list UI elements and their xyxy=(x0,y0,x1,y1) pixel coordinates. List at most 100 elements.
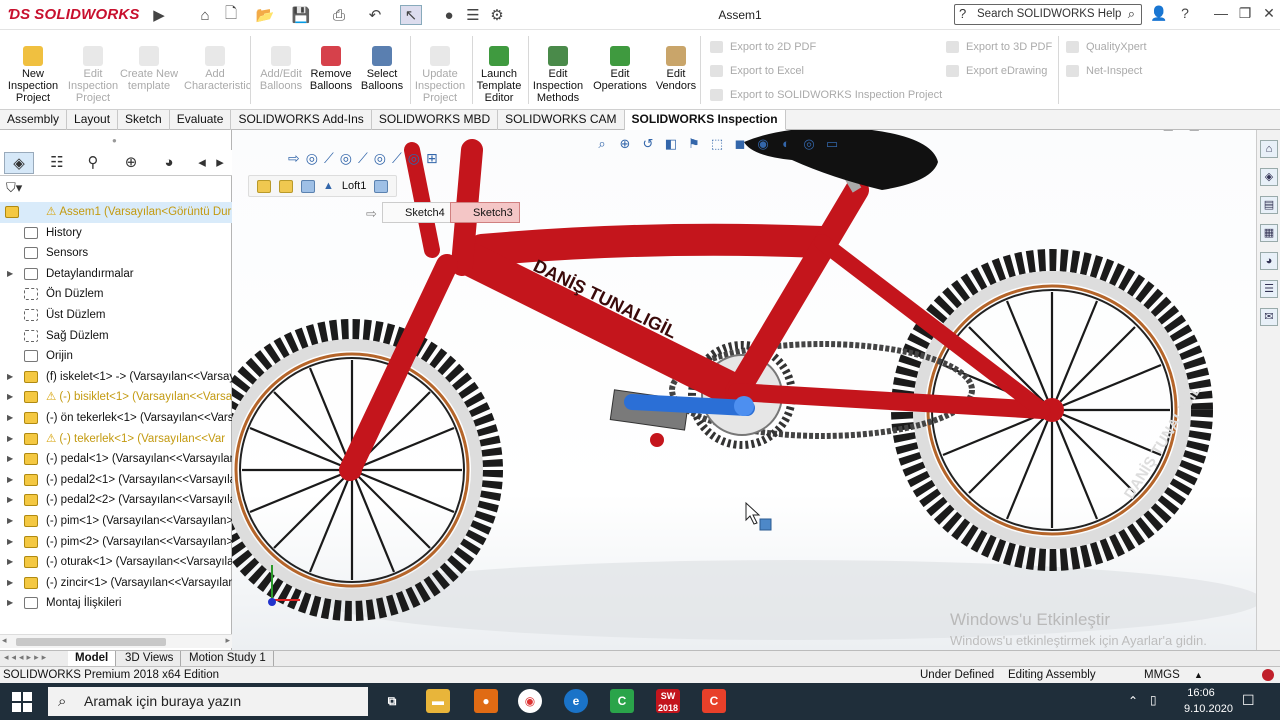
tab-model[interactable]: Model xyxy=(68,651,117,667)
taskbar-search-input[interactable]: ⌕ Aramak için buraya yazın xyxy=(48,687,368,716)
expand-arrow-icon[interactable]: ▶ xyxy=(7,593,15,613)
viewport-close-icon[interactable]: ✕ xyxy=(1246,130,1256,132)
edge-icon[interactable]: e xyxy=(564,689,588,713)
solidworks-logo[interactable]: ƊS SOLIDWORKS xyxy=(8,6,140,23)
forum-icon[interactable]: ✉ xyxy=(1260,308,1278,326)
tree-item[interactable]: ▶ (-) zincir<1> (Varsayılan<<Varsayılan xyxy=(0,573,232,594)
tab-scroll-right-icon[interactable]: ▸ xyxy=(212,152,228,174)
file-explorer-icon[interactable]: ▬ xyxy=(426,689,450,713)
dimxpert-tab-icon[interactable]: ⊕ xyxy=(116,152,146,174)
filter-icon[interactable]: ⛉▾ xyxy=(6,180,22,196)
custom-properties-icon[interactable]: ☰ xyxy=(1260,280,1278,298)
tab-scroll-left-icon[interactable]: ◂ xyxy=(194,152,210,174)
tree-item[interactable]: ▶ (-) pedal<1> (Varsayılan<<Varsayılan xyxy=(0,449,232,470)
apply-scene-icon[interactable]: ◎ xyxy=(799,134,819,154)
part-crumb-icon[interactable] xyxy=(279,179,293,193)
breadcrumb-sketch3[interactable]: Sketch3 xyxy=(450,202,520,223)
tree-item[interactable]: ▶ (-) ön tekerlek<1> (Varsayılan<<Varsa xyxy=(0,408,232,429)
design-library-icon[interactable]: ◈ xyxy=(1260,168,1278,186)
network-icon[interactable]: ▯ xyxy=(1150,692,1157,708)
tab-assembly[interactable]: Assembly xyxy=(0,110,68,130)
expand-arrow-icon[interactable]: ▶ xyxy=(7,532,15,552)
appearances-icon[interactable]: ◕ xyxy=(1260,252,1278,270)
zoom-to-area-icon[interactable]: ⊕ xyxy=(615,134,635,154)
viewport-minimize-icon[interactable]: — xyxy=(1206,130,1218,132)
tree-item[interactable]: Sensors xyxy=(0,243,232,264)
view-palette-icon[interactable]: ▦ xyxy=(1260,224,1278,242)
tab-evaluate[interactable]: Evaluate xyxy=(170,110,232,130)
tree-item[interactable]: ▶ (-) pim<1> (Varsayılan<<Varsayılan> xyxy=(0,511,232,532)
tree-item[interactable]: ▶ ⚠ (-) bisiklet<1> (Varsayılan<<Varsa xyxy=(0,387,232,408)
expand-arrow-icon[interactable]: ▶ xyxy=(7,408,15,428)
tab-addins[interactable]: SOLIDWORKS Add-Ins xyxy=(231,110,372,130)
breadcrumb-sketch4[interactable]: Sketch4 xyxy=(382,202,452,223)
tab-cam[interactable]: SOLIDWORKS CAM xyxy=(498,110,625,130)
edit-inspection-methods-button[interactable]: Edit Inspection Methods xyxy=(527,46,589,104)
tree-item[interactable]: ▶ (f) iskelet<1> -> (Varsayılan<<Varsay xyxy=(0,367,232,388)
camtasia-green-icon[interactable]: C xyxy=(610,689,634,713)
tab-3d-views[interactable]: 3D Views xyxy=(118,651,182,667)
help-icon[interactable]: ? xyxy=(1174,5,1196,25)
print-icon[interactable]: ⎙ xyxy=(328,5,350,25)
units-dropdown-icon[interactable]: ▲ xyxy=(1194,667,1203,684)
edit-operations-button[interactable]: Edit Operations xyxy=(589,46,651,92)
file-properties-icon[interactable]: ☰ xyxy=(462,5,484,25)
tab-sketch[interactable]: Sketch xyxy=(118,110,170,130)
tree-item[interactable]: History xyxy=(0,223,232,244)
select-icon[interactable]: ↖ xyxy=(400,5,422,25)
dynamic-annotation-icon[interactable]: ⚑ xyxy=(684,134,704,154)
open-icon[interactable]: 📂 xyxy=(254,5,276,25)
minimize-icon[interactable]: — xyxy=(1210,5,1232,25)
tree-item[interactable]: Üst Düzlem xyxy=(0,305,232,326)
tab-layout[interactable]: Layout xyxy=(67,110,119,130)
expand-menu-icon[interactable]: ▶ xyxy=(148,5,170,25)
expand-arrow-icon[interactable]: ▶ xyxy=(7,449,15,469)
tree-item[interactable]: Ön Düzlem xyxy=(0,284,232,305)
tree-item[interactable]: ▶ (-) pedal2<2> (Varsayılan<<Varsayıla xyxy=(0,490,232,511)
tray-expand-icon[interactable]: ⌃ xyxy=(1128,693,1138,709)
home-icon[interactable]: ⌂ xyxy=(194,5,216,25)
user-icon[interactable]: 👤 xyxy=(1148,5,1170,25)
selection-filter-icons[interactable]: ⇨◎⟋◎⟋◎⟋◎⊞ xyxy=(288,150,444,167)
rebuild-status-icon[interactable] xyxy=(1262,669,1274,681)
face-crumb-icon[interactable] xyxy=(374,179,389,193)
expand-arrow-icon[interactable]: ▶ xyxy=(7,367,15,387)
tab-motion-study[interactable]: Motion Study 1 xyxy=(182,651,274,667)
panel-grip-icon[interactable]: ● xyxy=(112,136,117,145)
tree-item[interactable]: ▶ ⚠ (-) tekerlek<1> (Varsayılan<<Var xyxy=(0,429,232,450)
display-manager-tab-icon[interactable]: ◕ xyxy=(154,152,184,174)
rebuild-icon[interactable]: ● xyxy=(438,5,460,25)
expand-arrow-icon[interactable]: ▶ xyxy=(7,511,15,531)
expand-arrow-icon[interactable]: ▶ xyxy=(7,490,15,510)
view-orientation-icon[interactable]: ⬚ xyxy=(707,134,727,154)
feature-tree-tab-icon[interactable]: ◈ xyxy=(4,152,34,174)
expand-arrow-icon[interactable]: ▶ xyxy=(7,429,15,449)
mic-app-icon[interactable]: ● xyxy=(474,689,498,713)
edit-vendors-button[interactable]: Edit Vendors xyxy=(645,46,707,92)
expand-arrow-icon[interactable]: ▶ xyxy=(7,470,15,490)
notifications-icon[interactable]: ☐ xyxy=(1242,692,1255,708)
save-icon[interactable]: 💾 xyxy=(290,5,312,25)
configuration-manager-tab-icon[interactable]: ⚲ xyxy=(78,152,108,174)
launch-template-editor-button[interactable]: Launch Template Editor xyxy=(468,46,530,104)
tree-item[interactable]: Orijin xyxy=(0,346,232,367)
section-view-icon[interactable]: ◧ xyxy=(661,134,681,154)
previous-view-icon[interactable]: ↺ xyxy=(638,134,658,154)
tree-item[interactable]: ▶ (-) oturak<1> (Varsayılan<<Varsayılar xyxy=(0,552,232,573)
scroll-left-icon[interactable]: ◂ xyxy=(2,635,7,646)
tab-nav-arrows-icon[interactable]: ◂◂◂▸▸▸ xyxy=(4,652,49,663)
tree-item[interactable]: Sağ Düzlem xyxy=(0,326,232,347)
tab-mbd[interactable]: SOLIDWORKS MBD xyxy=(372,110,499,130)
task-view-icon[interactable]: ⧉ xyxy=(380,689,404,713)
tree-item[interactable]: ⚠ Assem1 (Varsayılan<Görüntü Durum xyxy=(0,202,232,223)
select-balloons-button[interactable]: Select Balloons xyxy=(351,46,413,92)
options-gear-icon[interactable]: ⚙ xyxy=(486,5,508,25)
graphics-viewport[interactable]: DANİŞ TUNALIGİL DANİŞ TUNALIGİL ⌕ ⊕ ↺ ◧ … xyxy=(232,130,1256,650)
clock[interactable]: 16:06 9.10.2020 xyxy=(1184,685,1233,717)
units-selector[interactable]: MMGS xyxy=(1144,667,1180,684)
tree-item[interactable]: ▶ (-) pedal2<1> (Varsayılan<<Varsayıla xyxy=(0,470,232,491)
resources-icon[interactable]: ⌂ xyxy=(1260,140,1278,158)
body-crumb-icon[interactable] xyxy=(301,179,315,193)
close-icon[interactable]: ✕ xyxy=(1258,5,1280,25)
file-explorer-icon[interactable]: ▤ xyxy=(1260,196,1278,214)
